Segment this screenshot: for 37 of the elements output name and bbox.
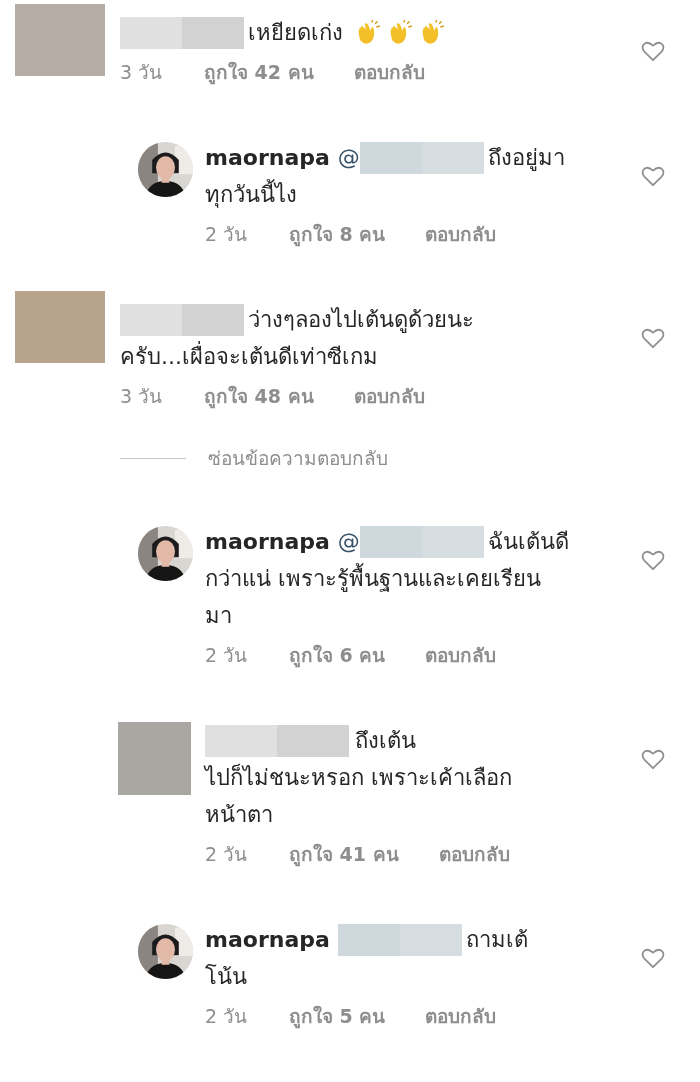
comment-text: โน้น — [205, 963, 247, 991]
comment-time: 3 วัน — [120, 384, 164, 409]
likes-count[interactable]: ถูกใจ 8 คน — [289, 219, 386, 249]
mention-symbol: @ — [337, 528, 360, 556]
username[interactable]: maornapa — [205, 139, 330, 176]
reply-link[interactable]: ตอบกลับ — [353, 57, 425, 87]
comment-text: กว่าแน่ เพราะรู้พื้นฐานและเคยเรียน — [205, 560, 541, 597]
comment-text: ถึงเต้น — [355, 727, 416, 755]
username[interactable]: maornapa — [205, 523, 330, 560]
likes-count[interactable]: ถูกใจ 6 คน — [289, 640, 386, 670]
username[interactable]: maornapa — [205, 921, 330, 958]
comment-text: ไปก็ไม่ชนะหรอก เพราะเค้าเลือก — [205, 762, 512, 792]
comment-text: ฉันเต้นดี — [487, 528, 569, 556]
likes-count[interactable]: ถูกใจ 42 คน — [204, 57, 314, 87]
comment-time: 2 วัน — [205, 1004, 249, 1029]
comment-text: ถามเต้ — [465, 926, 528, 954]
mention-symbol: @ — [337, 144, 360, 172]
reply-link[interactable]: ตอบกลับ — [438, 839, 510, 869]
reply-link[interactable]: ตอบกลับ — [425, 640, 497, 670]
comment-time: 2 วัน — [205, 222, 249, 247]
comment-time: 3 วัน — [120, 60, 164, 85]
comment-text: ครับ...เผื่อจะเต้นดีเท่าซีเกม — [120, 338, 378, 375]
reply-link[interactable]: ตอบกลับ — [353, 381, 425, 411]
reply-link[interactable]: ตอบกลับ — [425, 219, 497, 249]
comment-time: 2 วัน — [205, 842, 249, 867]
comment-text: มา — [205, 602, 232, 630]
comment-text: หน้าตา — [205, 801, 273, 829]
likes-count[interactable]: ถูกใจ 48 คน — [204, 381, 314, 411]
reply-link[interactable]: ตอบกลับ — [425, 1001, 497, 1031]
comment-time: 2 วัน — [205, 643, 249, 668]
comment-text: ว่างๆลองไปเต้นดูด้วยนะ — [248, 306, 474, 335]
likes-count[interactable]: ถูกใจ 5 คน — [289, 1001, 386, 1031]
comment-text: เหยียดเก่ง — [248, 19, 343, 47]
hide-replies-link[interactable]: ซ่อนข้อความตอบกลับ — [208, 443, 388, 473]
comment-text: ถึงอยู่มา — [487, 144, 565, 173]
comment-text: ทุกวันนี้ไง — [205, 176, 297, 213]
likes-count[interactable]: ถูกใจ 41 คน — [289, 839, 399, 869]
